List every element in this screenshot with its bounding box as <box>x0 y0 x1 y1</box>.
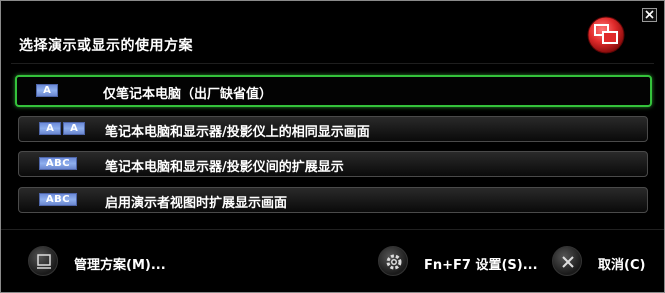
dual-display-icon <box>587 16 625 54</box>
icon-block: ABC <box>39 193 77 206</box>
option-label: 笔记本电脑和显示器/投影仪间的扩展显示 <box>105 160 344 175</box>
cancel-icon <box>552 246 582 276</box>
monitor-icon <box>28 246 58 276</box>
header-divider <box>11 63 654 64</box>
option-duplicate-display[interactable]: A A 笔记本电脑和显示器/投影仪上的相同显示画面 <box>18 116 648 142</box>
single-display-icon: A <box>36 84 58 97</box>
gear-icon <box>378 246 408 276</box>
icon-block: A <box>36 84 58 97</box>
option-extended-display[interactable]: ABC 笔记本电脑和显示器/投影仪间的扩展显示 <box>18 151 648 177</box>
manage-schemes-label: 管理方案(M)... <box>74 258 166 273</box>
option-label: 笔记本电脑和显示器/投影仪上的相同显示画面 <box>105 125 370 140</box>
duplicate-display-icon: A A <box>39 122 85 135</box>
footer-divider <box>1 229 664 230</box>
option-label: 启用演示者视图时扩展显示画面 <box>105 196 288 211</box>
icon-block: ABC <box>39 157 77 170</box>
close-icon <box>645 10 654 19</box>
close-button[interactable] <box>642 8 657 22</box>
icon-block: A <box>63 122 85 135</box>
extended-display-icon: ABC <box>39 157 77 170</box>
option-presenter-view[interactable]: ABC 启用演示者视图时扩展显示画面 <box>18 187 648 213</box>
icon-block: A <box>39 122 61 135</box>
option-laptop-only[interactable]: A 仅笔记本电脑（出厂缺省值） <box>15 75 652 107</box>
settings-label: Fn+F7 设置(S)... <box>424 258 538 273</box>
presentation-scheme-dialog: 选择演示或显示的使用方案 A 仅笔记本电脑（出厂缺省值） A A 笔记本电脑和显… <box>0 0 665 293</box>
presenter-view-icon: ABC <box>39 193 77 206</box>
dialog-title: 选择演示或显示的使用方案 <box>19 38 193 54</box>
cancel-label: 取消(C) <box>598 258 646 273</box>
option-label: 仅笔记本电脑（出厂缺省值） <box>103 87 273 102</box>
